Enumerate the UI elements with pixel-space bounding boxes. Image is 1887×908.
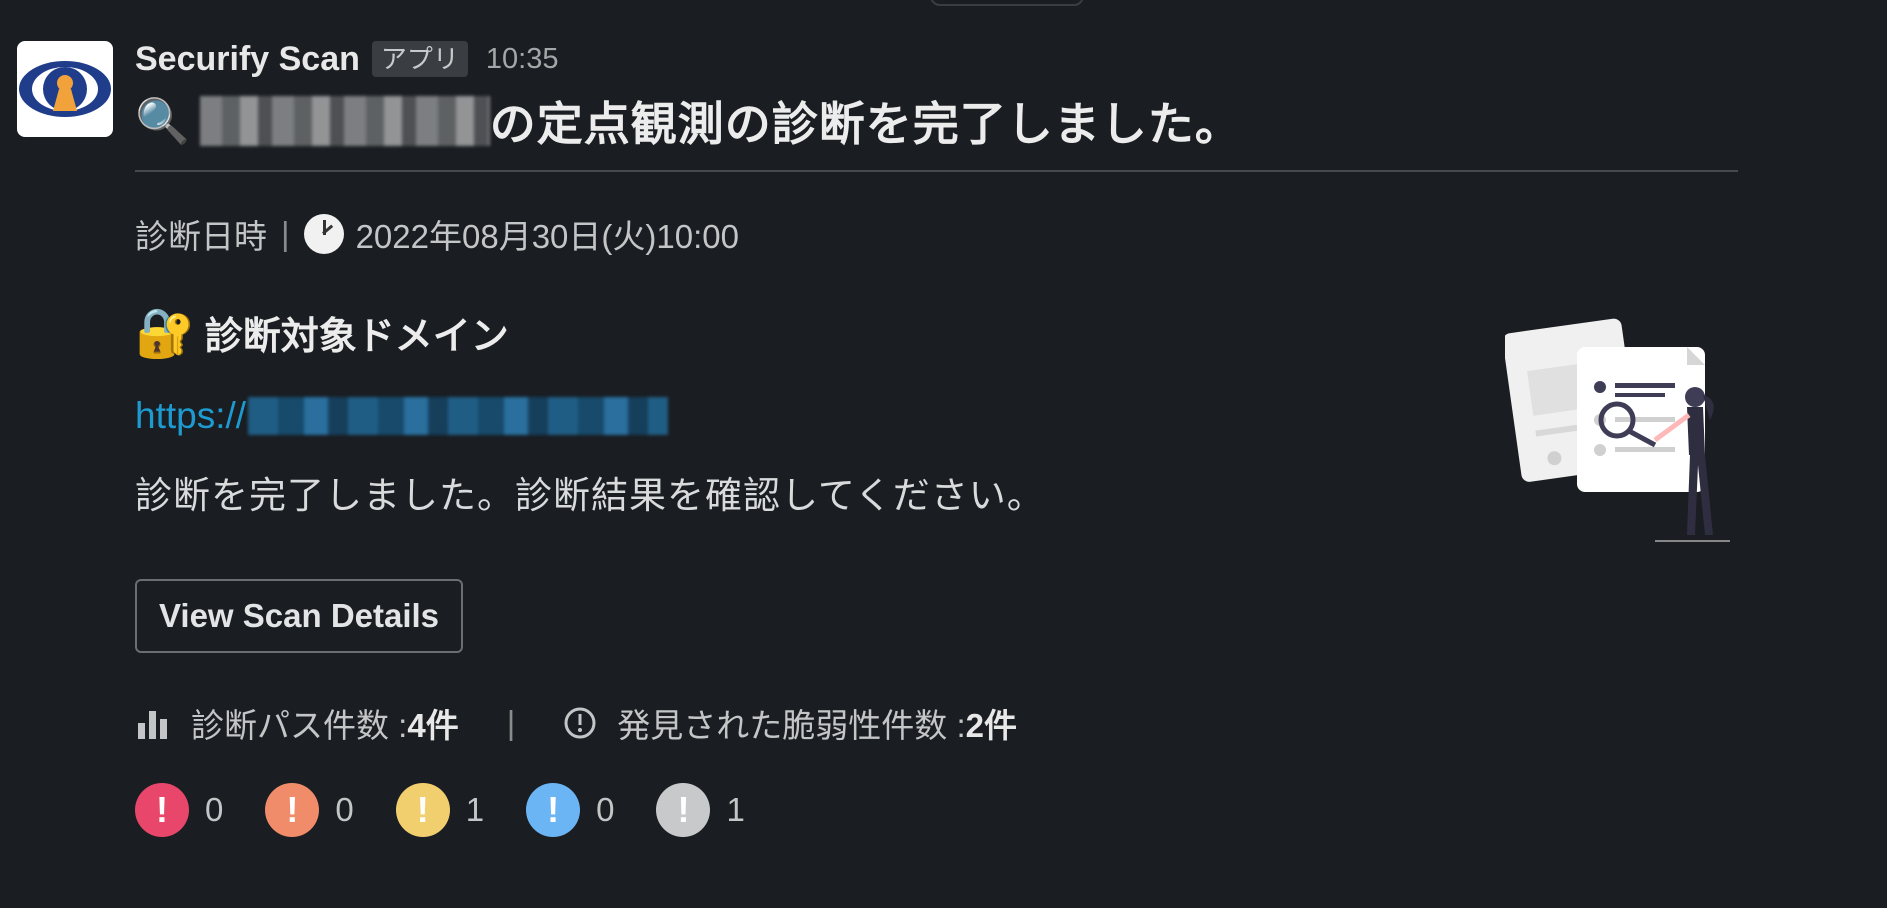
severity-high: ! 0 — [265, 783, 354, 837]
lock-with-key-icon: 🔐 — [135, 307, 195, 360]
stats-separator: | — [506, 704, 516, 741]
message-title: 🔍 の定点観測の診断を完了しました。 — [135, 86, 1735, 156]
message-body: Securify Scan アプリ 10:35 🔍 の定点観測の診断を完了しまし… — [135, 34, 1738, 837]
severity-medium-count: 1 — [465, 791, 485, 828]
app-badge: アプリ — [371, 41, 468, 77]
date-label: 診断日時 — [135, 218, 267, 255]
severity-low-icon: ! — [526, 783, 581, 837]
vulns-label: 発見された脆弱性件数 : — [617, 707, 966, 744]
date-value: 2022年08月30日(火)10:00 — [355, 218, 739, 255]
redacted-url[interactable] — [248, 397, 669, 435]
domain-heading: 🔐 診断対象ドメイン — [135, 304, 1735, 361]
severity-medium-icon: ! — [395, 783, 450, 837]
severity-high-icon: ! — [265, 783, 320, 837]
paths-value: 4件 — [407, 707, 459, 744]
description-text: 診断を完了しました。診断結果を確認してください。 — [135, 475, 1045, 516]
document-search-illustration — [1505, 318, 1730, 542]
scan-date-row: 診断日時 | 2022年08月30日(火)10:00 — [135, 210, 1735, 258]
slack-message-view: Securify Scan アプリ 10:35 🔍 の定点観測の診断を完了しまし… — [0, 0, 1887, 908]
severity-info-count: 1 — [726, 791, 745, 828]
divider — [135, 170, 1738, 172]
severity-info: ! 1 — [656, 783, 745, 837]
severity-info-icon: ! — [656, 783, 711, 837]
scan-stats: 診断パス件数 : 4件 | 発見された脆弱性件数 : 2件 — [135, 699, 1735, 747]
message-time[interactable]: 10:35 — [486, 43, 559, 76]
title-text: の定点観測の診断を完了しました。 — [489, 98, 1242, 150]
paths-label: 診断パス件数 : — [191, 707, 408, 744]
info-circle-icon — [564, 707, 596, 739]
date-divider-pill[interactable] — [930, 0, 1084, 6]
severity-low-count: 0 — [596, 791, 615, 828]
date-separator: | — [281, 215, 290, 252]
view-scan-details-button[interactable]: View Scan Details — [135, 579, 464, 653]
url-prefix[interactable]: https:// — [135, 395, 246, 437]
domain-heading-label: 診断対象ドメイン — [204, 316, 509, 358]
bar-chart-icon — [138, 711, 167, 739]
severity-critical-icon: ! — [135, 783, 189, 837]
app-name[interactable]: Securify Scan — [135, 40, 360, 79]
severity-critical-count: 0 — [205, 791, 224, 828]
severity-critical: ! 0 — [135, 783, 223, 837]
severity-low: ! 0 — [526, 783, 614, 837]
severity-high-count: 0 — [335, 791, 354, 828]
magnifying-glass-icon: 🔍 — [135, 97, 190, 146]
severity-counts: ! 0! 0! 1! 0! 1 — [135, 783, 1735, 837]
severity-medium: ! 1 — [395, 783, 485, 837]
eye-logo-icon — [19, 61, 111, 117]
clock-icon — [303, 214, 344, 254]
message-header: Securify Scan アプリ 10:35 — [135, 34, 1735, 84]
vulns-value: 2件 — [965, 707, 1017, 744]
domain-url[interactable]: https:// — [135, 395, 1735, 437]
redacted-target-name — [199, 96, 490, 146]
app-avatar[interactable] — [17, 41, 113, 137]
